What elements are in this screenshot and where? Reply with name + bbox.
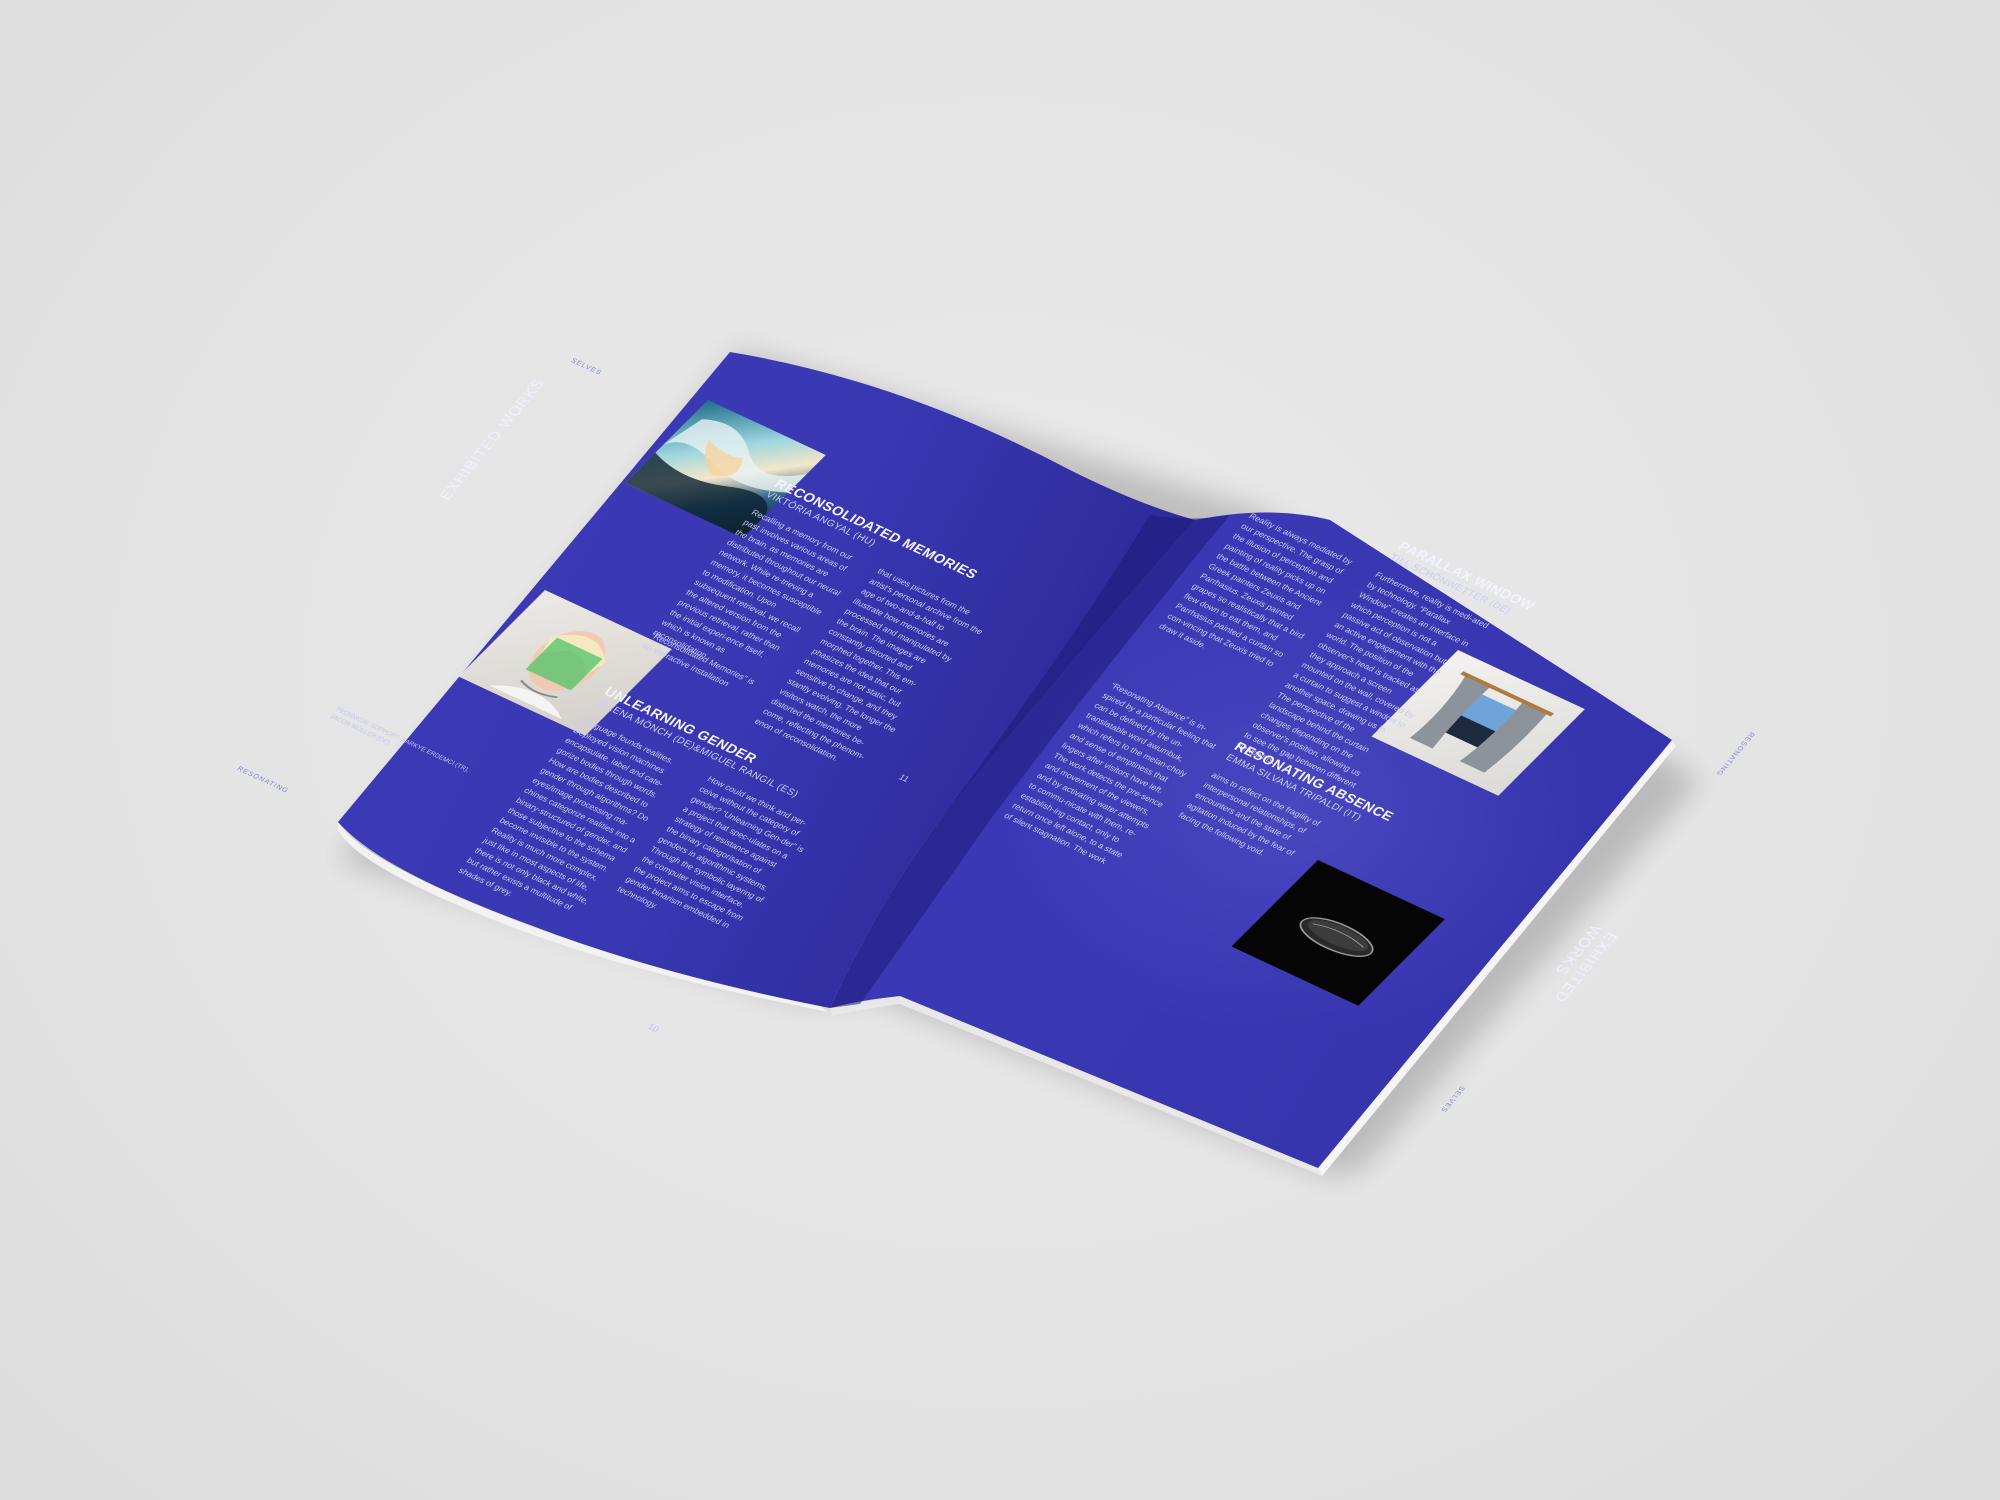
right-running-head-bottom: SELVES xyxy=(1438,1085,1466,1114)
magazine-mockup-scene: EXHIBITED WORKS SELVES RESONATING 10 REC… xyxy=(0,0,2000,1500)
work-credit-unlearning-gender: TECHNICAL SUPPORT: Sarkye Erdemci (TR), … xyxy=(328,706,471,774)
left-running-head-top: SELVES xyxy=(569,357,604,377)
left-running-head-bottom: RESONATING xyxy=(235,765,290,795)
right-running-head-top: RESONATING xyxy=(1713,730,1756,777)
left-page-number: 10 xyxy=(645,1022,662,1034)
